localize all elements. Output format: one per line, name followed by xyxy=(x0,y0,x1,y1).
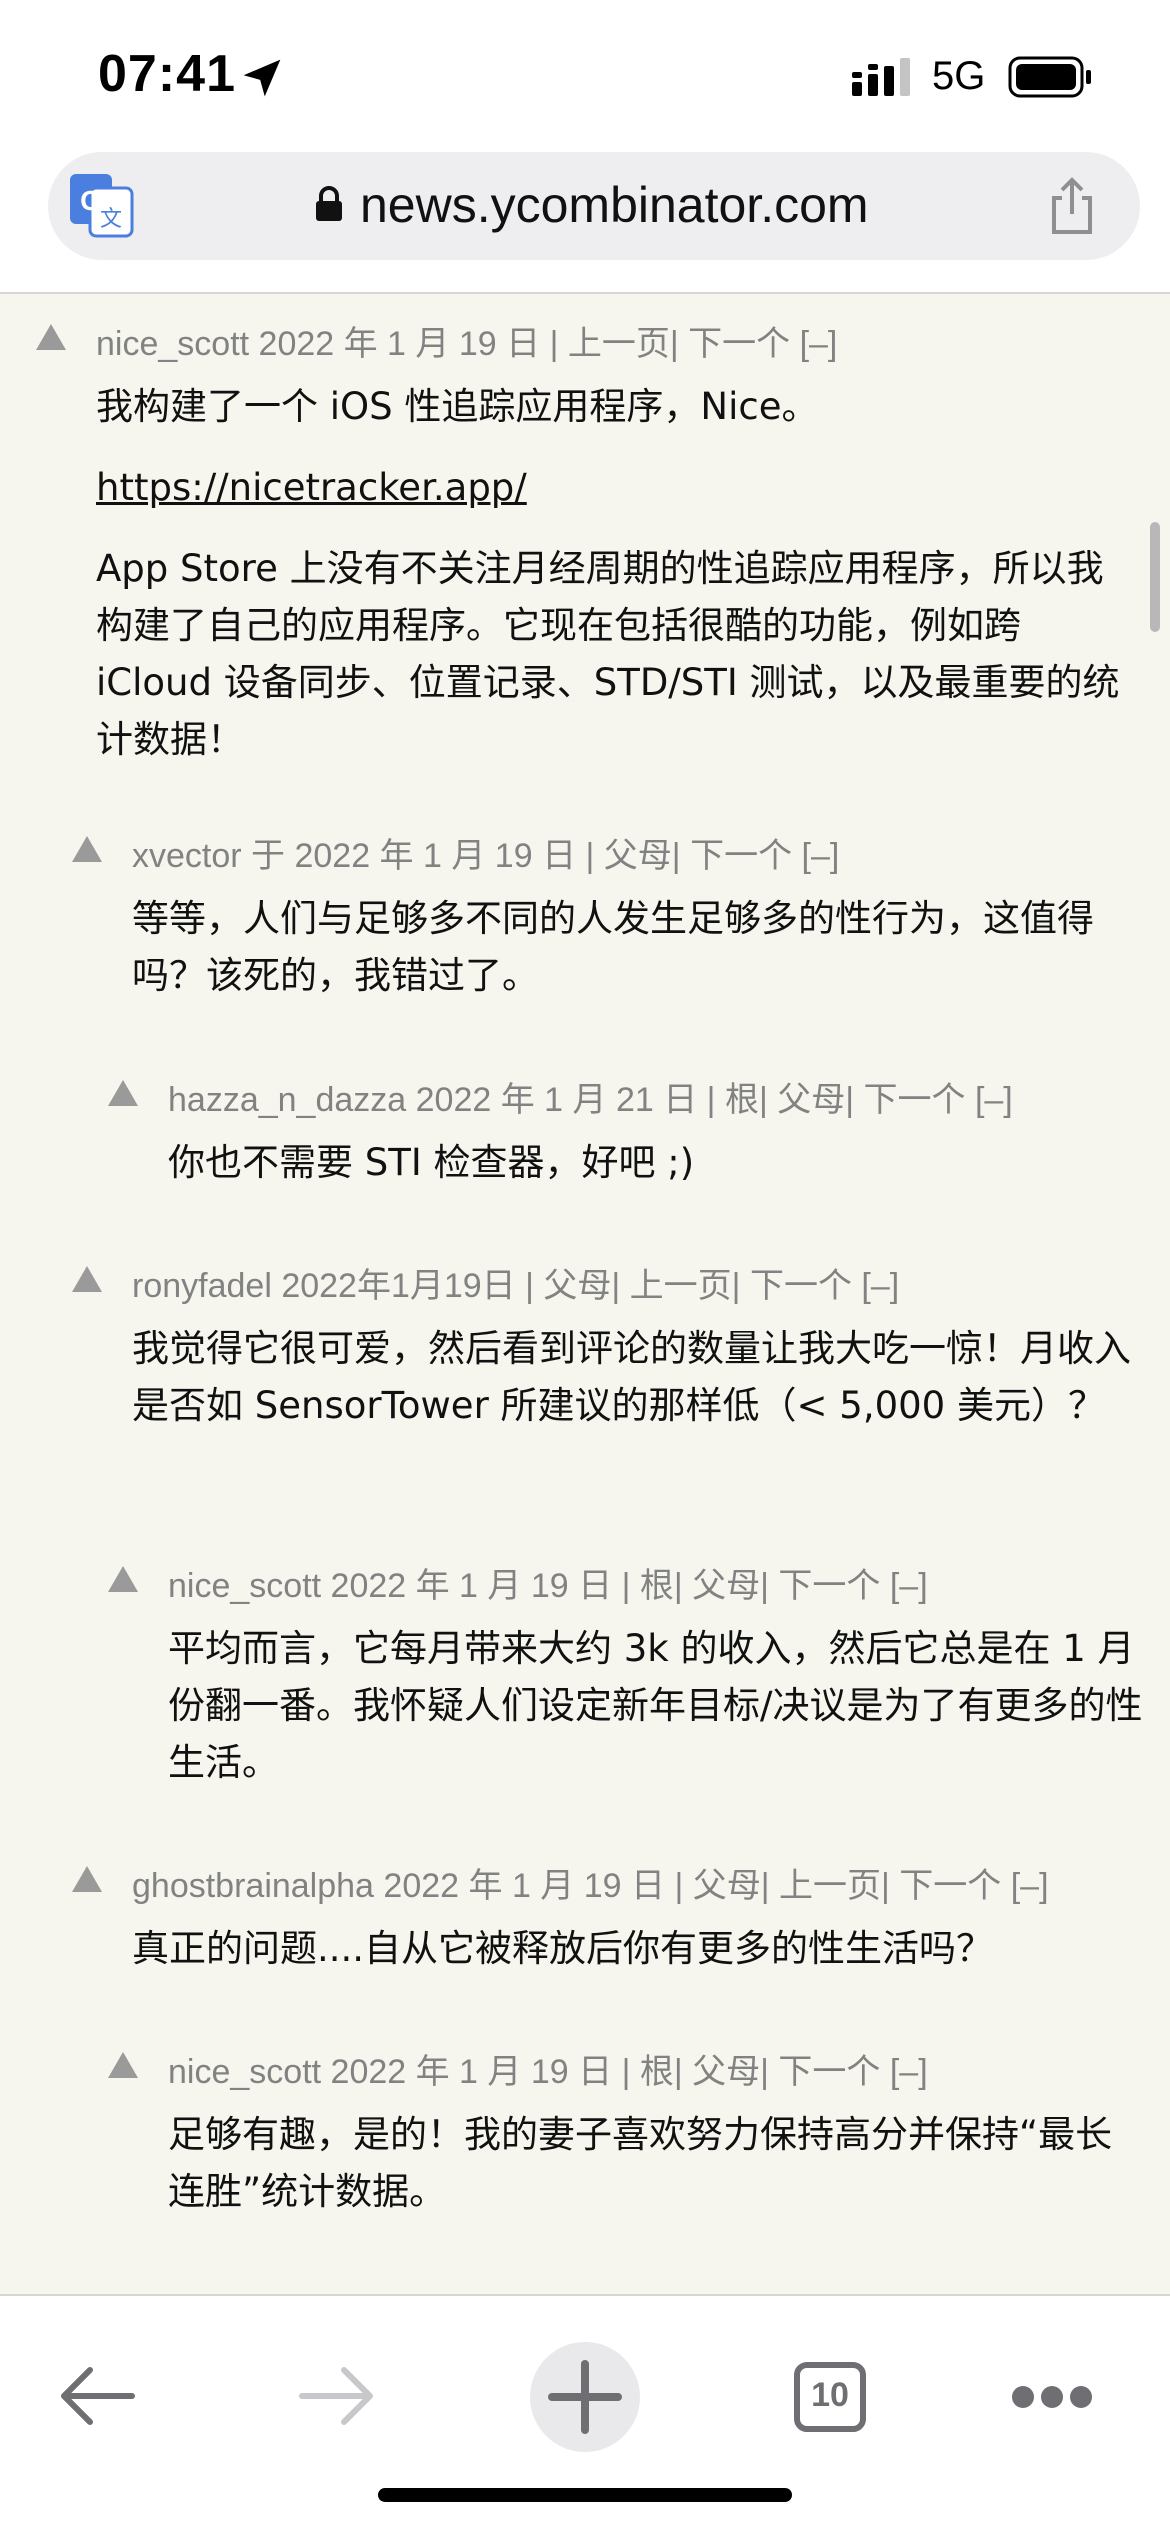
comment-meta[interactable]: ronyfadel 2022年1月19日 | 父母| 上一页| 下一个 [–] xyxy=(132,1258,899,1307)
signal-icon xyxy=(852,58,910,96)
svg-text:文: 文 xyxy=(100,207,122,232)
location-arrow-icon xyxy=(243,59,281,97)
battery-icon xyxy=(1008,56,1091,98)
comment-text: 真正的问题....自从它被释放后你有更多的性生活吗？ xyxy=(132,1927,994,1970)
tab-count: 10 xyxy=(811,2376,849,2414)
home-indicator xyxy=(378,2488,792,2502)
url-text[interactable]: news.ycombinator.com xyxy=(360,176,869,234)
upvote-arrow-icon[interactable] xyxy=(108,1080,138,1106)
network-label: 5G xyxy=(932,54,986,98)
comment-text: 我觉得它很可爱，然后看到评论的数量让我大吃一惊！月收入是否如 SensorTow… xyxy=(132,1327,1131,1427)
upvote-arrow-icon[interactable] xyxy=(36,324,66,350)
upvote-arrow-icon[interactable] xyxy=(72,836,102,862)
comment-meta[interactable]: nice_scott 2022 年 1 月 19 日 | 根| 父母| 下一个 … xyxy=(168,1558,928,1607)
comment-text: 足够有趣，是的！我的妻子喜欢努力保持高分并保持“最长连胜”统计数据。 xyxy=(168,2113,1113,2213)
share-icon[interactable] xyxy=(1044,176,1100,236)
translate-icon[interactable]: G 文 xyxy=(70,174,134,238)
comment-paragraph: App Store 上没有不关注月经周期的性追踪应用程序，所以我构建了自己的应用… xyxy=(96,547,1120,761)
comment-paragraph: 我构建了一个 iOS 性追踪应用程序，Nice。 xyxy=(96,385,819,428)
comment-text: 等等，人们与足够多不同的人发生足够多的性行为，这值得吗？该死的，我错过了。 xyxy=(132,897,1094,997)
comment-meta[interactable]: xvector 于 2022 年 1 月 19 日 | 父母| 下一个 [–] xyxy=(132,828,839,877)
plus-icon[interactable] xyxy=(530,2342,640,2452)
more-icon[interactable] xyxy=(1010,2384,1094,2410)
comment-meta[interactable]: hazza_n_dazza 2022 年 1 月 21 日 | 根| 父母| 下… xyxy=(168,1072,1013,1121)
scroll-indicator[interactable] xyxy=(1150,522,1160,632)
comment-meta[interactable]: ghostbrainalpha 2022 年 1 月 19 日 | 父母| 上一… xyxy=(132,1858,1049,1907)
svg-text:G: G xyxy=(80,185,102,216)
status-time: 07:41 xyxy=(98,45,236,103)
comment-text: 平均而言，它每月带来大约 3k 的收入，然后它总是在 1 月份翻一番。我怀疑人们… xyxy=(168,1627,1143,1784)
forward-arrow-icon[interactable] xyxy=(298,2364,378,2428)
app-link[interactable]: https://nicetracker.app/ xyxy=(96,466,527,509)
browser-top-bar: 07:41 5G G 文 news.ycombinator.com xyxy=(0,0,1170,294)
back-arrow-icon[interactable] xyxy=(56,2364,136,2428)
comment-text: 我构建了一个 iOS 性追踪应用程序，Nice。 https://nicetra… xyxy=(96,378,1126,792)
comment-meta[interactable]: nice_scott 2022 年 1 月 19 日 | 根| 父母| 下一个 … xyxy=(168,2044,928,2093)
url-bar[interactable]: G 文 news.ycombinator.com xyxy=(48,152,1140,260)
upvote-arrow-icon[interactable] xyxy=(72,1866,102,1892)
upvote-arrow-icon[interactable] xyxy=(108,1566,138,1592)
upvote-arrow-icon[interactable] xyxy=(72,1266,102,1292)
lock-icon xyxy=(316,186,342,221)
upvote-arrow-icon[interactable] xyxy=(108,2052,138,2078)
comment-text: 你也不需要 STI 检查器，好吧 ;) xyxy=(168,1141,695,1184)
tabs-button[interactable]: 10 xyxy=(794,2362,866,2432)
comment-meta[interactable]: nice_scott 2022 年 1 月 19 日 | 上一页| 下一个 [–… xyxy=(96,316,837,365)
